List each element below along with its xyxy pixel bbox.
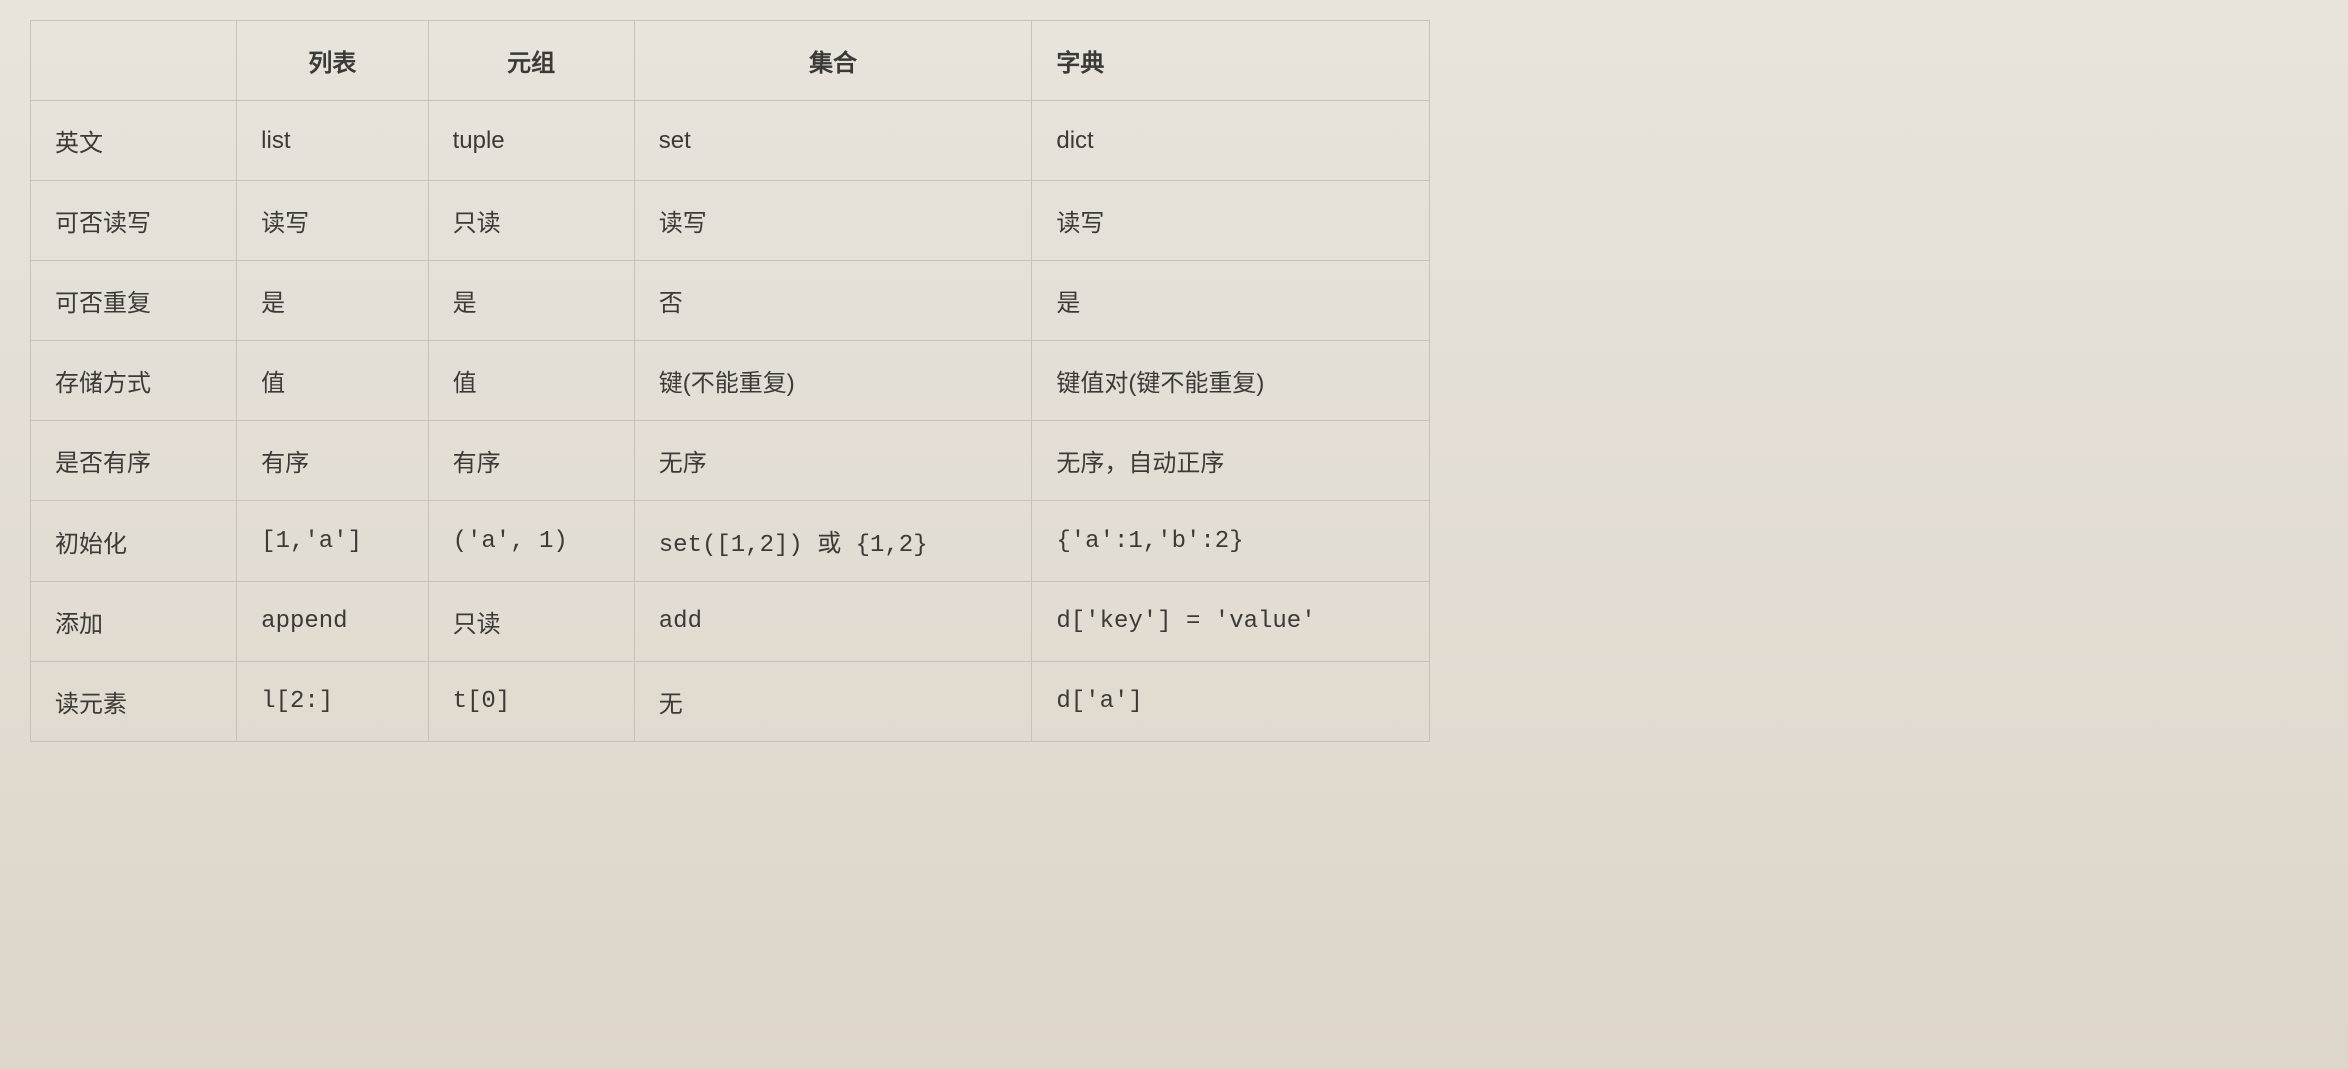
cell: 是 <box>428 261 634 341</box>
cell: tuple <box>428 101 634 181</box>
cell: d['key'] = 'value' <box>1032 582 1430 662</box>
cell: d['a'] <box>1032 662 1430 742</box>
cell: 是 <box>237 261 428 341</box>
row-label: 可否重复 <box>31 261 237 341</box>
cell: set <box>634 101 1032 181</box>
row-label: 添加 <box>31 582 237 662</box>
cell: 有序 <box>237 421 428 501</box>
cell: 有序 <box>428 421 634 501</box>
cell: add <box>634 582 1032 662</box>
cell: 无序，自动正序 <box>1032 421 1430 501</box>
cell: 值 <box>237 341 428 421</box>
cell: 无 <box>634 662 1032 742</box>
row-label: 初始化 <box>31 501 237 582</box>
row-label: 存储方式 <box>31 341 237 421</box>
cell: l[2:] <box>237 662 428 742</box>
cell: 值 <box>428 341 634 421</box>
header-tuple: 元组 <box>428 21 634 101</box>
cell: 只读 <box>428 582 634 662</box>
row-label: 是否有序 <box>31 421 237 501</box>
header-blank <box>31 21 237 101</box>
cell: 是 <box>1032 261 1430 341</box>
cell: 只读 <box>428 181 634 261</box>
table-header-row: 列表 元组 集合 字典 <box>31 21 1430 101</box>
cell: 键值对(键不能重复) <box>1032 341 1430 421</box>
header-dict: 字典 <box>1032 21 1430 101</box>
row-label: 可否读写 <box>31 181 237 261</box>
header-list: 列表 <box>237 21 428 101</box>
cell: {'a':1,'b':2} <box>1032 501 1430 582</box>
cell: t[0] <box>428 662 634 742</box>
cell: ('a', 1) <box>428 501 634 582</box>
table-row: 可否读写 读写 只读 读写 读写 <box>31 181 1430 261</box>
table-row: 初始化 [1,'a'] ('a', 1) set([1,2]) 或 {1,2} … <box>31 501 1430 582</box>
cell: set([1,2]) 或 {1,2} <box>634 501 1032 582</box>
cell: 无序 <box>634 421 1032 501</box>
table-row: 英文 list tuple set dict <box>31 101 1430 181</box>
table-row: 可否重复 是 是 否 是 <box>31 261 1430 341</box>
cell: list <box>237 101 428 181</box>
cell: [1,'a'] <box>237 501 428 582</box>
comparison-table: 列表 元组 集合 字典 英文 list tuple set dict 可否读写 … <box>30 20 1430 742</box>
header-set: 集合 <box>634 21 1032 101</box>
cell: append <box>237 582 428 662</box>
cell: 读写 <box>237 181 428 261</box>
row-label: 英文 <box>31 101 237 181</box>
cell: 读写 <box>1032 181 1430 261</box>
cell: 否 <box>634 261 1032 341</box>
row-label: 读元素 <box>31 662 237 742</box>
table-row: 存储方式 值 值 键(不能重复) 键值对(键不能重复) <box>31 341 1430 421</box>
table-row: 是否有序 有序 有序 无序 无序，自动正序 <box>31 421 1430 501</box>
cell: 读写 <box>634 181 1032 261</box>
cell: 键(不能重复) <box>634 341 1032 421</box>
table-row: 读元素 l[2:] t[0] 无 d['a'] <box>31 662 1430 742</box>
cell: dict <box>1032 101 1430 181</box>
table-row: 添加 append 只读 add d['key'] = 'value' <box>31 582 1430 662</box>
